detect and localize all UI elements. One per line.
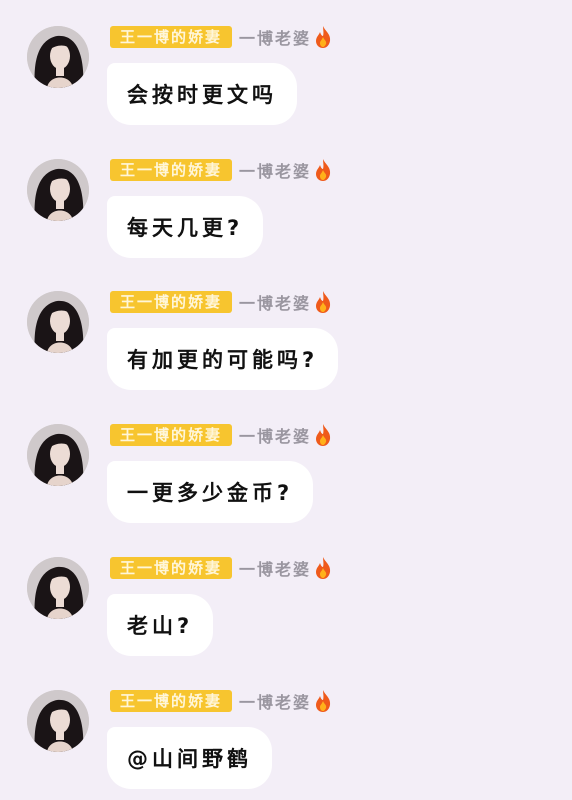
chat-message-list: 王一博的娇妻 一博老婆 会按时更文吗 王一博的娇妻 一博老婆 每天几更? 王一博…: [0, 0, 572, 800]
message-meta: 王一博的娇妻 一博老婆: [110, 423, 333, 447]
user-nickname[interactable]: 一博老婆: [239, 556, 311, 580]
fan-badge: 王一博的娇妻: [110, 159, 233, 181]
fan-badge: 王一博的娇妻: [110, 291, 233, 313]
avatar[interactable]: [27, 159, 89, 221]
message-text: 一更多少金币?: [127, 481, 294, 505]
chat-message: 王一博的娇妻 一博老婆 @山间野鹤: [0, 664, 572, 796]
message-meta: 王一博的娇妻 一博老婆: [110, 25, 333, 49]
message-meta: 王一博的娇妻 一博老婆: [110, 556, 333, 580]
message-bubble[interactable]: 会按时更文吗: [107, 63, 297, 125]
message-bubble[interactable]: 每天几更?: [107, 196, 264, 258]
flame-icon: [316, 26, 331, 48]
chat-message: 王一博的娇妻 一博老婆 有加更的可能吗?: [0, 265, 572, 397]
message-bubble[interactable]: @山间野鹤: [107, 727, 272, 789]
fan-badge: 王一博的娇妻: [110, 690, 233, 712]
user-nickname[interactable]: 一博老婆: [239, 689, 311, 713]
message-bubble[interactable]: 一更多少金币?: [107, 461, 314, 523]
flame-icon: [316, 424, 331, 446]
user-nickname[interactable]: 一博老婆: [239, 290, 311, 314]
message-text: 每天几更?: [127, 216, 244, 240]
fan-badge: 王一博的娇妻: [110, 557, 233, 579]
avatar[interactable]: [27, 291, 89, 353]
avatar[interactable]: [27, 557, 89, 619]
fan-badge: 王一博的娇妻: [110, 424, 233, 446]
avatar[interactable]: [27, 690, 89, 752]
fan-badge: 王一博的娇妻: [110, 26, 233, 48]
user-nickname[interactable]: 一博老婆: [239, 423, 311, 447]
avatar[interactable]: [27, 26, 89, 88]
flame-icon: [316, 291, 331, 313]
chat-message: 王一博的娇妻 一博老婆 老山?: [0, 531, 572, 663]
avatar[interactable]: [27, 424, 89, 486]
message-text: 会按时更文吗: [127, 83, 277, 107]
message-meta: 王一博的娇妻 一博老婆: [110, 689, 333, 713]
message-bubble[interactable]: 老山?: [107, 594, 214, 656]
message-text: @山间野鹤: [127, 747, 252, 771]
flame-icon: [316, 690, 331, 712]
message-meta: 王一博的娇妻 一博老婆: [110, 158, 333, 182]
message-text: 有加更的可能吗?: [127, 348, 319, 372]
message-meta: 王一博的娇妻 一博老婆: [110, 290, 333, 314]
message-text: 老山?: [127, 614, 194, 638]
message-bubble[interactable]: 有加更的可能吗?: [107, 328, 339, 390]
user-nickname[interactable]: 一博老婆: [239, 158, 311, 182]
flame-icon: [316, 159, 331, 181]
user-nickname[interactable]: 一博老婆: [239, 25, 311, 49]
chat-message: 王一博的娇妻 一博老婆 一更多少金币?: [0, 398, 572, 530]
flame-icon: [316, 557, 331, 579]
chat-message: 王一博的娇妻 一博老婆 每天几更?: [0, 133, 572, 265]
chat-message: 王一博的娇妻 一博老婆 会按时更文吗: [0, 0, 572, 132]
